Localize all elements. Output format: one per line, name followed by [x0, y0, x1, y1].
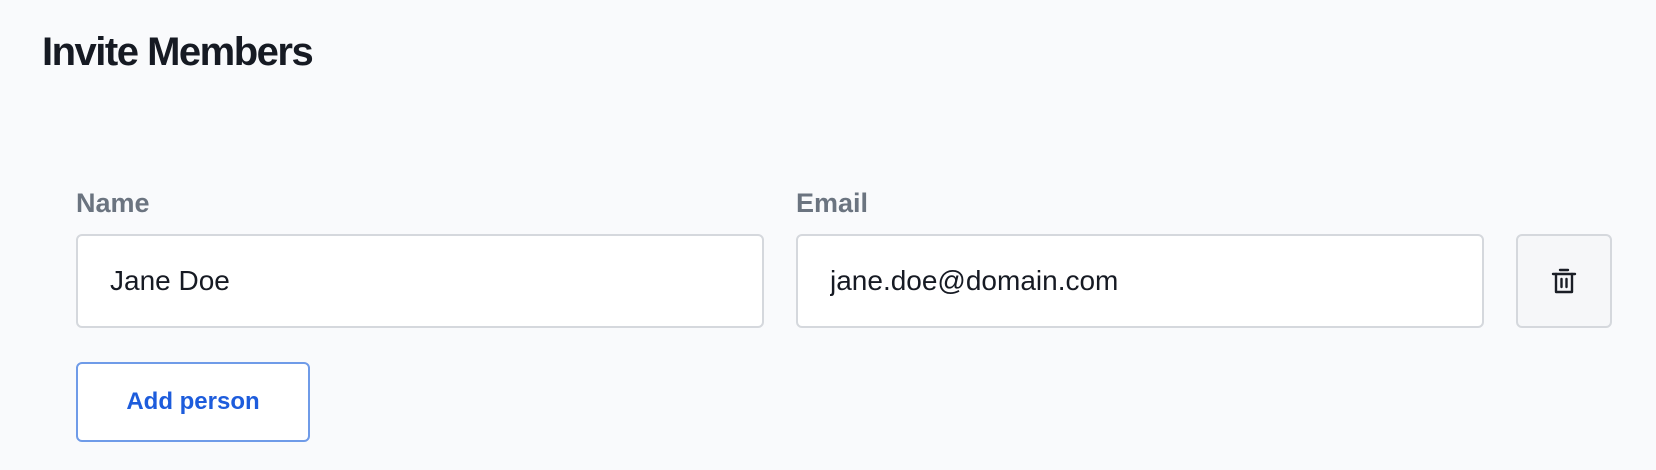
trash-icon — [1548, 265, 1580, 297]
page-title: Invite Members — [42, 30, 314, 74]
email-input[interactable] — [796, 234, 1484, 328]
email-label: Email — [796, 188, 869, 218]
delete-row-button[interactable] — [1516, 234, 1612, 328]
name-input[interactable] — [76, 234, 764, 328]
name-label: Name — [76, 188, 150, 218]
add-person-button[interactable]: Add person — [76, 362, 310, 442]
